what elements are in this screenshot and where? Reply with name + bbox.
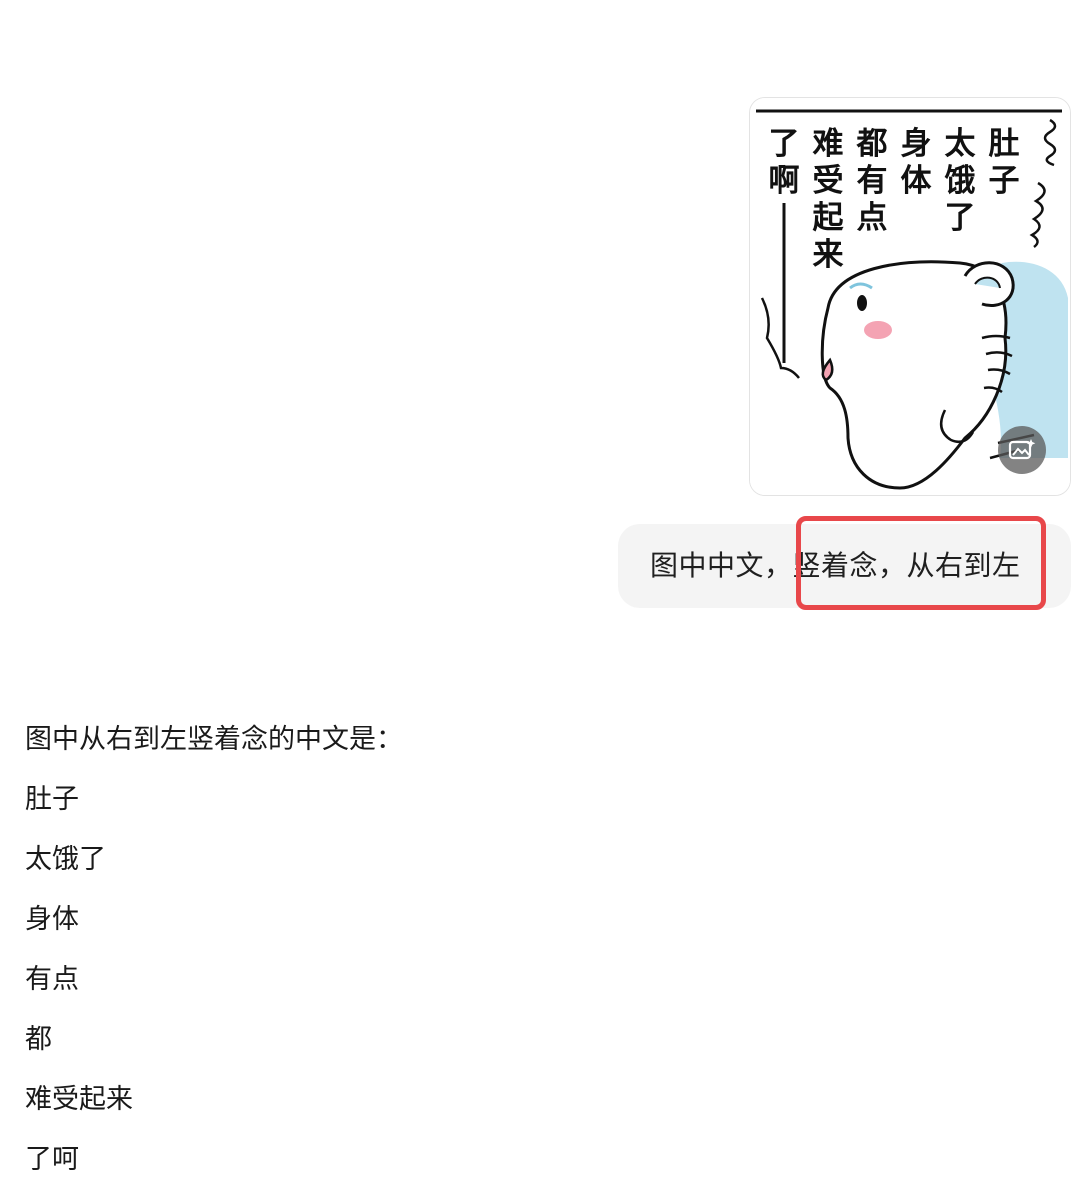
- reply-line: 身体: [25, 904, 79, 935]
- reply-line: 太饿了: [25, 844, 106, 875]
- reply-line: 难受起来: [25, 1084, 133, 1115]
- reply-line: 了呵: [25, 1144, 79, 1175]
- user-message-bubble: 图中中文，竖着念，从右到左: [618, 524, 1071, 608]
- assistant-reply: 图中从右到左竖着念的中文是： 肚子 太饿了 身体 有点 都 难受起来 了呵: [25, 710, 1025, 1190]
- reply-line: 肚子: [25, 784, 79, 815]
- comic-text-column: 身体: [901, 126, 932, 199]
- user-image-attachment[interactable]: 肚子 太饿了 身体 都有点 难受起来 了啊: [749, 97, 1071, 496]
- user-message-text: 图中中文，竖着念，从右到左: [650, 549, 1021, 582]
- chat-thread: 肚子 太饿了 身体 都有点 难受起来 了啊 图中中文，竖着念，从右到左 图中从右…: [0, 0, 1086, 1198]
- comic-text-column: 都有点: [856, 126, 888, 236]
- reply-line: 都: [25, 1024, 52, 1055]
- reply-line: 有点: [25, 964, 79, 995]
- comic-text-column: 太饿了: [945, 126, 977, 236]
- comic-text-column: 了啊: [769, 126, 800, 199]
- comic-text-column: 难受起来: [813, 126, 845, 273]
- image-sparkle-icon[interactable]: [998, 426, 1046, 474]
- reply-intro: 图中从右到左竖着念的中文是：: [25, 724, 403, 755]
- comic-text-column: 肚子: [989, 126, 1020, 199]
